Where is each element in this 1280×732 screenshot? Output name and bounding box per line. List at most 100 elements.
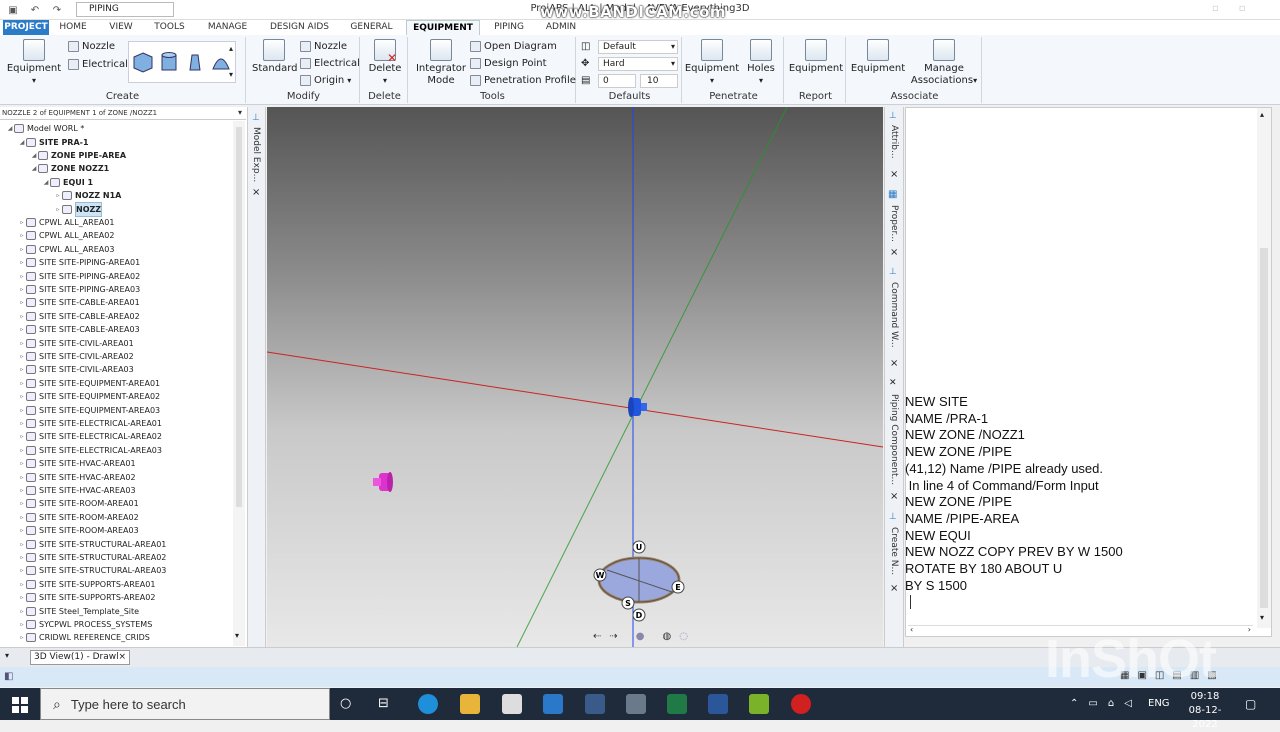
expand-icon[interactable]: ▹ [18, 256, 26, 269]
tree-item[interactable]: ▹ SYCPWL PROCESS_SYSTEMS [2, 618, 152, 631]
task-view-icon[interactable]: ⊟ [378, 696, 389, 711]
notifications-icon[interactable]: ▢ [1245, 697, 1256, 711]
cone-primitive-icon[interactable] [185, 51, 205, 73]
expand-icon[interactable]: ▹ [18, 404, 26, 417]
penetrate-equipment-button[interactable]: Equipment ▾ [684, 39, 740, 87]
tree-item[interactable]: ▹ SITE SITE-STRUCTURAL-AREA01 [2, 537, 166, 550]
tree-item[interactable]: ◢ EQUI 1 [2, 176, 93, 189]
nozzle-magenta[interactable] [373, 472, 393, 492]
tree-item[interactable]: ▹ SITE SITE-STRUCTURAL-AREA03 [2, 564, 166, 577]
viewcube-d-label[interactable]: D [636, 611, 643, 620]
tree-item[interactable]: ▹ SITE SITE-CABLE-AREA02 [2, 310, 140, 323]
tree-item[interactable]: ▹ SITE SITE-STRUCTURAL-AREA02 [2, 551, 166, 564]
attributes-tab[interactable]: Attrib... [889, 125, 899, 159]
zoom-icon[interactable]: ◌ [679, 631, 688, 642]
mail-icon[interactable] [543, 694, 563, 714]
expand-icon[interactable]: ▹ [18, 497, 26, 510]
tab-project[interactable]: PROJECT [3, 20, 49, 35]
scroll-left-icon[interactable]: ‹ [910, 625, 913, 634]
maximize-icon[interactable]: ▫ [1239, 3, 1246, 14]
tree-item[interactable]: ◢ ZONE NOZZ1 [2, 162, 109, 175]
word-icon[interactable] [708, 694, 728, 714]
tree-item[interactable]: ▹ NOZZ [2, 201, 103, 217]
model-explorer-tab[interactable]: Model Exp... [251, 127, 261, 182]
gallery-up-icon[interactable]: ▴ [229, 44, 233, 53]
command-scrollbar[interactable]: ▴ ▾ [1257, 108, 1271, 628]
close-icon[interactable]: × [890, 169, 898, 180]
expand-icon[interactable]: ▹ [18, 243, 26, 256]
app-icon[interactable] [626, 694, 646, 714]
expand-icon[interactable]: ▹ [18, 323, 26, 336]
tree-item[interactable]: ▹ SITE SITE-ROOM-AREA03 [2, 524, 139, 537]
tab-piping[interactable]: PIPING [487, 20, 531, 35]
tree-item[interactable]: ▹ SITE SITE-CIVIL-AREA01 [2, 336, 134, 349]
tab-manage[interactable]: MANAGE [200, 20, 255, 35]
explorer-header[interactable]: NOZZLE 2 of EQUIPMENT 1 of ZONE /NOZZ1 ▾ [0, 107, 246, 120]
expand-icon[interactable]: ◢ [42, 176, 50, 189]
tab-view[interactable]: VIEW [100, 20, 142, 35]
arrow-left-icon[interactable]: ⇠ [593, 631, 601, 642]
edge-icon[interactable] [418, 694, 438, 714]
expand-icon[interactable]: ▹ [18, 363, 26, 376]
expand-icon[interactable]: ▹ [18, 605, 26, 618]
tab-tools[interactable]: TOOLS [147, 20, 192, 35]
excel-icon[interactable] [667, 694, 687, 714]
store-icon[interactable] [502, 694, 522, 714]
tab-equipment[interactable]: EQUIPMENT [406, 20, 480, 35]
tree-item[interactable]: ▹ CRIDWL REFERENCE_CRIDS [2, 631, 150, 644]
modify-electrical-button[interactable]: Electrical [300, 58, 360, 69]
windows-start-icon[interactable] [12, 697, 28, 713]
tree-item[interactable]: ▹ SITE SITE-PIPING-AREA01 [2, 256, 140, 269]
tree-item[interactable]: ▹ NOZZ N1A [2, 189, 121, 202]
gallery-more-icon[interactable]: ▾ [229, 70, 233, 79]
command-window-tab[interactable]: Command W... [889, 282, 899, 348]
doc-tab-3d-view[interactable]: 3D View(1) - Drawl × [30, 650, 130, 665]
tree-item[interactable]: ▹ SITE SITE-ROOM-AREA02 [2, 511, 139, 524]
create-equipment-button[interactable]: Equipment ▾ [6, 39, 62, 87]
scroll-down-icon[interactable]: ▾ [1260, 613, 1264, 622]
expand-icon[interactable]: ▹ [54, 203, 62, 216]
tree-item[interactable]: ▹ SITE SITE-EQUIPMENT-AREA01 [2, 377, 160, 390]
expand-icon[interactable]: ▹ [18, 283, 26, 296]
file-explorer-icon[interactable] [460, 694, 480, 714]
expand-icon[interactable]: ▹ [18, 337, 26, 350]
tree-item[interactable]: ▹ SITE SITE-EQUIPMENT-AREA03 [2, 403, 160, 416]
expand-icon[interactable]: ▹ [18, 564, 26, 577]
tree-item[interactable]: ◢ Model WORL * [2, 122, 84, 135]
expand-icon[interactable]: ▹ [18, 591, 26, 604]
tree-item[interactable]: ▹ SITE SITE-ROOM-AREA01 [2, 497, 139, 510]
modify-nozzle-button[interactable]: Nozzle [300, 41, 347, 52]
close-icon[interactable]: × [252, 187, 260, 198]
tree-item[interactable]: ▹ SITE SITE-SUPPORTS-AREA02 [2, 591, 155, 604]
expand-icon[interactable]: ▹ [18, 511, 26, 524]
expand-icon[interactable]: ◢ [6, 122, 14, 135]
arrow-right-icon[interactable]: ⇢ [609, 631, 617, 642]
viewcube-e-label[interactable]: E [675, 583, 680, 592]
tab-admin[interactable]: ADMIN [538, 20, 584, 35]
close-icon[interactable]: × [890, 583, 898, 594]
associate-equipment-button[interactable]: Equipment [850, 39, 906, 75]
language-indicator[interactable]: ENG [1148, 698, 1170, 709]
expand-icon[interactable]: ▹ [18, 551, 26, 564]
viewcube-u-label[interactable]: U [636, 543, 643, 552]
expand-icon[interactable]: ▹ [18, 350, 26, 363]
expand-icon[interactable]: ◢ [30, 149, 38, 162]
volume-icon[interactable]: ◁ [1124, 698, 1132, 709]
viewcube-s-label[interactable]: S [625, 599, 631, 608]
open-diagram-button[interactable]: Open Diagram [470, 41, 557, 52]
command-scroll-thumb[interactable] [1260, 248, 1268, 608]
expand-icon[interactable]: ▹ [18, 524, 26, 537]
record-icon[interactable] [791, 694, 811, 714]
expand-icon[interactable]: ◢ [18, 136, 26, 149]
hardness-select[interactable]: Hard [598, 57, 678, 71]
command-icon[interactable]: ⊥ [889, 267, 897, 277]
expand-icon[interactable]: ▹ [18, 578, 26, 591]
tree-item[interactable]: ▹ SITE SITE-PIPING-AREA02 [2, 269, 140, 282]
expand-icon[interactable]: ▹ [18, 538, 26, 551]
expand-icon[interactable]: ▹ [18, 484, 26, 497]
modify-origin-button[interactable]: Origin ▾ [300, 75, 351, 86]
report-equipment-button[interactable]: Equipment [788, 39, 844, 75]
primitive-gallery[interactable]: ▴ ▾ [128, 41, 236, 83]
box-primitive-icon[interactable] [133, 51, 153, 73]
close-icon[interactable]: × [890, 247, 898, 258]
